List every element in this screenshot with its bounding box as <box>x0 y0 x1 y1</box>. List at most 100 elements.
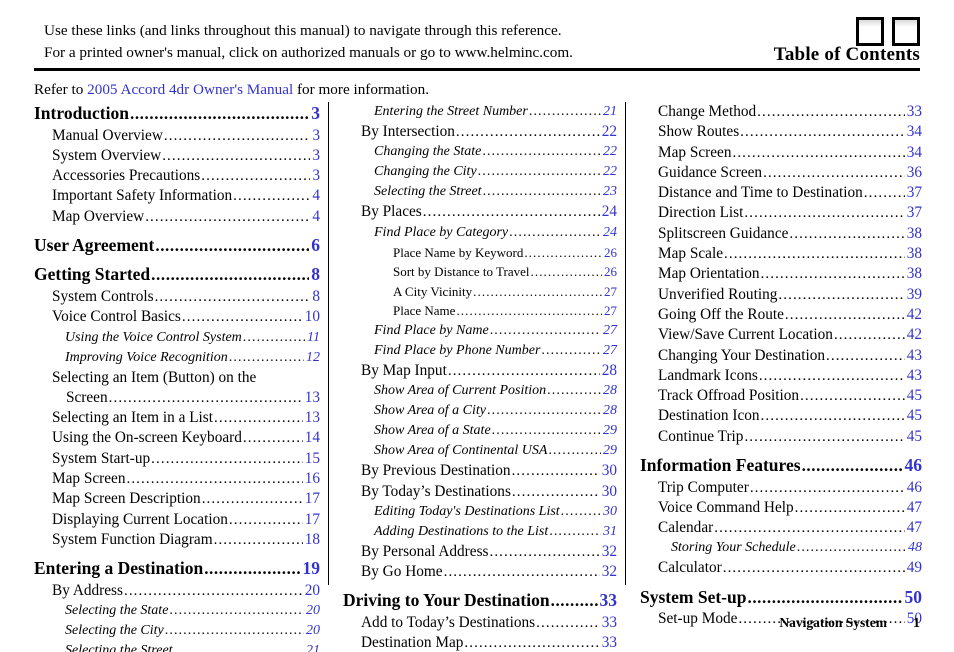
toc-entry-page-number[interactable]: 13 <box>304 408 320 428</box>
toc-entry-level-1[interactable]: By Personal Address.....................… <box>343 542 617 562</box>
owners-manual-link[interactable]: 2005 Accord 4dr Owner's Manual <box>87 81 293 98</box>
toc-entry-level-2[interactable]: Show Area of a State....................… <box>343 421 617 441</box>
toc-entry-level-1[interactable]: Add to Today’s Destinations.............… <box>343 613 617 633</box>
toc-entry-level-1[interactable]: Displaying Current Location.............… <box>34 510 320 530</box>
toc-entry-level-0[interactable]: Driving to Your Destination.............… <box>343 589 617 612</box>
toc-entry-page-number[interactable]: 3 <box>311 146 320 166</box>
toc-entry-level-1[interactable]: Splitscreen Guidance....................… <box>640 224 922 244</box>
toc-entry-page-number[interactable]: 29 <box>602 441 617 461</box>
toc-entry-page-number[interactable]: 33 <box>601 633 617 652</box>
toc-entry-level-1[interactable]: System Controls.........................… <box>34 287 320 307</box>
toc-entry-page-number[interactable]: 17 <box>304 489 320 509</box>
toc-entry-level-2[interactable]: Selecting the State.....................… <box>34 601 320 621</box>
toc-entry-page-number[interactable]: 21 <box>305 641 320 652</box>
toc-entry-page-number[interactable]: 43 <box>906 366 922 386</box>
toc-entry-page-number[interactable]: 14 <box>304 428 320 448</box>
toc-entry-level-2[interactable]: Adding Destinations to the List.........… <box>343 522 617 542</box>
toc-entry-level-1[interactable]: Calculator..............................… <box>640 558 922 578</box>
toc-entry-level-2[interactable]: Find Place by Category..................… <box>343 223 617 243</box>
toc-entry-page-number[interactable]: 26 <box>603 243 617 263</box>
toc-entry-page-number[interactable]: 31 <box>602 522 617 542</box>
toc-entry-level-1[interactable]: Going Off the Route.....................… <box>640 305 922 325</box>
toc-entry-page-number[interactable]: 42 <box>906 325 922 345</box>
toc-entry-page-number[interactable]: 33 <box>599 589 618 612</box>
toc-entry-level-1[interactable]: Using the On-screen Keyboard............… <box>34 428 320 448</box>
toc-entry-page-number[interactable]: 34 <box>906 122 922 142</box>
toc-entry-level-1[interactable]: By Go Home..............................… <box>343 562 617 582</box>
toc-entry-page-number[interactable]: 22 <box>602 162 617 182</box>
toc-entry-page-number[interactable]: 46 <box>906 478 922 498</box>
toc-entry-level-1[interactable]: Map Scale...............................… <box>640 244 922 264</box>
toc-entry-page-number[interactable]: 38 <box>906 264 922 284</box>
toc-entry-level-1[interactable]: Show Routes.............................… <box>640 122 922 142</box>
toc-entry-page-number[interactable]: 17 <box>304 510 320 530</box>
toc-entry-page-number[interactable]: 30 <box>602 502 617 522</box>
toc-entry-page-number[interactable]: 30 <box>601 461 617 481</box>
toc-entry-page-number[interactable]: 19 <box>302 557 321 580</box>
toc-entry-level-2[interactable]: Find Place by Name......................… <box>343 321 617 341</box>
toc-entry-level-2[interactable]: Improving Voice Recognition.............… <box>34 348 320 368</box>
toc-entry-level-1[interactable]: Guidance Screen.........................… <box>640 163 922 183</box>
toc-entry-page-number[interactable]: 22 <box>601 122 617 142</box>
toc-entry-page-number[interactable]: 27 <box>603 282 617 302</box>
toc-entry-page-number[interactable]: 13 <box>304 388 320 408</box>
toc-entry-page-number[interactable]: 22 <box>602 142 617 162</box>
toc-entry-page-number[interactable]: 50 <box>904 586 923 609</box>
toc-entry-level-1[interactable]: Voice Control Basics....................… <box>34 307 320 327</box>
toc-entry-page-number[interactable]: 45 <box>906 386 922 406</box>
toc-entry-page-number[interactable]: 18 <box>304 530 320 550</box>
toc-entry-page-number[interactable]: 46 <box>904 454 923 477</box>
toc-entry-level-1[interactable]: Map Screen..............................… <box>640 143 922 163</box>
toc-entry-level-2[interactable]: Editing Today's Destinations List.......… <box>343 502 617 522</box>
toc-entry-level-1[interactable]: Map Screen Description..................… <box>34 489 320 509</box>
toc-entry-page-number[interactable]: 12 <box>305 348 320 368</box>
toc-entry-page-number[interactable]: 37 <box>906 203 922 223</box>
toc-entry-page-number[interactable]: 8 <box>310 263 320 286</box>
toc-entry-page-number[interactable]: 47 <box>906 498 922 518</box>
toc-entry-level-1[interactable]: Manual Overview.........................… <box>34 126 320 146</box>
toc-entry-level-1[interactable]: By Intersection.........................… <box>343 122 617 142</box>
toc-entry-page-number[interactable]: 45 <box>906 406 922 426</box>
toc-entry-level-3[interactable]: Place Name by Keyword...................… <box>343 243 617 263</box>
toc-entry-level-2[interactable]: Entering the Street Number..............… <box>343 102 617 122</box>
toc-entry-page-number[interactable]: 23 <box>602 182 617 202</box>
toc-entry-page-number[interactable]: 32 <box>601 562 617 582</box>
toc-entry-page-number[interactable]: 3 <box>311 126 320 146</box>
toc-entry-page-number[interactable]: 24 <box>601 202 617 222</box>
toc-entry-level-1[interactable]: Calendar................................… <box>640 518 922 538</box>
toc-entry-page-number[interactable]: 33 <box>906 102 922 122</box>
toc-entry-level-1[interactable]: System Function Diagram.................… <box>34 530 320 550</box>
toc-entry-level-1[interactable]: System Start-up.........................… <box>34 449 320 469</box>
toc-entry-level-1[interactable]: Map Orientation.........................… <box>640 264 922 284</box>
toc-entry-level-1[interactable]: View/Save Current Location..............… <box>640 325 922 345</box>
toc-entry-page-number[interactable]: 30 <box>601 482 617 502</box>
toc-entry-page-number[interactable]: 26 <box>603 262 617 282</box>
toc-entry-page-number[interactable]: 8 <box>311 287 320 307</box>
toc-entry-level-1[interactable]: Selecting an Item in a List.............… <box>34 408 320 428</box>
toc-entry-level-1[interactable]: By Places...............................… <box>343 202 617 222</box>
toc-entry-page-number[interactable]: 28 <box>601 361 617 381</box>
toc-entry-level-0[interactable]: Getting Started.........................… <box>34 263 320 286</box>
toc-entry-page-number[interactable]: 10 <box>304 307 320 327</box>
toc-entry-level-1[interactable]: Selecting an Item (Button) on the <box>34 368 320 388</box>
toc-entry-page-number[interactable]: 4 <box>311 186 320 206</box>
toc-entry-level-1[interactable]: Track Offroad Position..................… <box>640 386 922 406</box>
toc-entry-level-0[interactable]: User Agreement..........................… <box>34 234 320 257</box>
toc-entry-level-1[interactable]: Accessories Precautions.................… <box>34 166 320 186</box>
toc-entry-page-number[interactable]: 29 <box>602 421 617 441</box>
toc-entry-page-number[interactable]: 20 <box>304 581 320 601</box>
toc-entry-level-1[interactable]: Landmark Icons..........................… <box>640 366 922 386</box>
toc-entry-page-number[interactable]: 16 <box>304 469 320 489</box>
toc-entry-level-1[interactable]: Destination Icon........................… <box>640 406 922 426</box>
toc-entry-page-number[interactable]: 45 <box>906 427 922 447</box>
toc-entry-page-number[interactable]: 6 <box>310 234 320 257</box>
toc-entry-page-number[interactable]: 3 <box>310 102 320 125</box>
toc-entry-level-1[interactable]: By Address..............................… <box>34 581 320 601</box>
toc-entry-level-2[interactable]: Selecting the City......................… <box>34 621 320 641</box>
toc-entry-page-number[interactable]: 28 <box>602 381 617 401</box>
toc-entry-level-1[interactable]: Continue Trip...........................… <box>640 427 922 447</box>
toc-entry-page-number[interactable]: 48 <box>907 538 922 558</box>
toc-entry-level-2[interactable]: Changing the State......................… <box>343 142 617 162</box>
nav-box-next-button[interactable] <box>892 17 920 46</box>
toc-entry-page-number[interactable]: 27 <box>602 341 617 361</box>
